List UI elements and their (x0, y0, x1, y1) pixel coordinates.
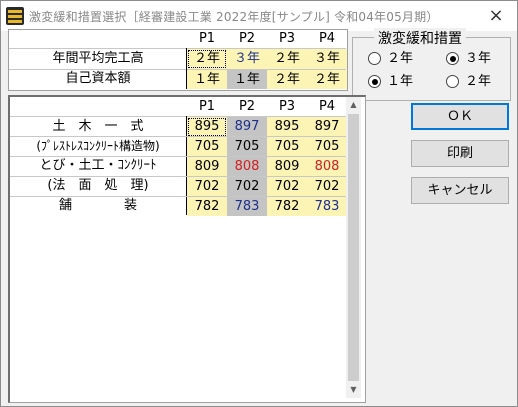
row-label-prestressed-concrete: (ﾌﾟﾚｽﾄﾚｽｺﾝｸﾘｰﾄ構造物) (36, 139, 160, 153)
top-cell-r1-p1[interactable]: ２年 (187, 49, 227, 69)
print-button[interactable]: 印刷 (411, 140, 509, 167)
top-header-p4: P4 (318, 31, 336, 46)
main-header-p1: P1 (198, 99, 216, 114)
main-cell-r3-p4[interactable]: 808 (307, 157, 347, 176)
main-cell-r1-p2[interactable]: 897 (227, 117, 267, 137)
main-cell-r5-p1[interactable]: 782 (187, 197, 227, 216)
row-label-slope-treatment: (法 面 処 理) (47, 178, 149, 193)
main-cell-r2-p3[interactable]: 705 (267, 137, 307, 156)
radio-option-3yr[interactable]: ３年 (446, 50, 491, 68)
main-header-p4: P4 (318, 99, 336, 114)
top-cell-r2-p2[interactable]: １年 (227, 70, 267, 89)
radio-label: ２年 (387, 51, 414, 66)
radio-label: １年 (387, 74, 414, 89)
scroll-down-arrow-icon[interactable]: ▼ (346, 382, 361, 398)
ok-button[interactable]: ＯＫ (411, 103, 509, 130)
top-cell-r2-p4[interactable]: ２年 (307, 70, 347, 89)
row-label-annual-average: 年間平均完工高 (52, 51, 144, 66)
top-header-p2: P2 (238, 31, 256, 46)
radio-checked-icon (446, 52, 459, 65)
radio-option-2yr-bottom[interactable]: ２年 (446, 73, 491, 91)
radio-checked-icon (368, 75, 381, 88)
main-cell-r4-p1[interactable]: 702 (187, 177, 227, 196)
row-label-paving: 舗 装 (58, 198, 137, 213)
main-cell-r2-p4[interactable]: 705 (307, 137, 347, 156)
vertical-scrollbar[interactable]: ▲ ▼ (346, 97, 361, 398)
main-cell-r5-p4[interactable]: 783 (307, 197, 347, 216)
radio-unchecked-icon (446, 75, 459, 88)
radio-label: ３年 (465, 51, 492, 66)
close-icon[interactable]: × (485, 5, 507, 27)
mitigation-group-title: 激変緩和措置 (374, 28, 466, 48)
radio-option-1yr[interactable]: １年 (368, 73, 413, 91)
top-cell-r2-p3[interactable]: ２年 (267, 70, 307, 89)
main-cell-r2-p1[interactable]: 705 (187, 137, 227, 156)
main-cell-r3-p2[interactable]: 808 (227, 157, 267, 176)
radio-unchecked-icon (368, 52, 381, 65)
top-header-p3: P3 (278, 31, 296, 46)
radio-option-2yr-top[interactable]: ２年 (368, 50, 413, 68)
main-cell-r5-p3[interactable]: 782 (267, 197, 307, 216)
main-cell-r4-p4[interactable]: 702 (307, 177, 347, 196)
top-cell-r2-p1[interactable]: １年 (187, 70, 227, 89)
main-cell-r1-p3[interactable]: 895 (267, 117, 307, 137)
top-cell-r1-p3[interactable]: ２年 (267, 49, 307, 69)
scrollbar-thumb[interactable] (348, 114, 359, 381)
window-title: 激変緩和措置選択［経審建設工業 2022年度[サンプル] 令和04年05月期） (29, 10, 439, 24)
row-label-equity: 自己資本額 (65, 71, 131, 86)
main-cell-r5-p2[interactable]: 783 (227, 197, 267, 216)
radio-label: ２年 (465, 74, 492, 89)
main-cell-r1-p1[interactable]: 895 (187, 117, 227, 137)
main-cell-r3-p3[interactable]: 809 (267, 157, 307, 176)
row-label-earthwork-concrete: とび・土工・ｺﾝｸﾘｰﾄ (39, 158, 157, 173)
main-cell-r2-p2[interactable]: 705 (227, 137, 267, 156)
main-cell-r3-p1[interactable]: 809 (187, 157, 227, 176)
main-cell-r4-p2[interactable]: 702 (227, 177, 267, 196)
main-cell-r1-p4[interactable]: 897 (307, 117, 347, 137)
main-header-p3: P3 (278, 99, 296, 114)
top-cell-r1-p2[interactable]: ３年 (227, 49, 267, 69)
main-cell-r4-p3[interactable]: 702 (267, 177, 307, 196)
top-header-p1: P1 (198, 31, 216, 46)
row-label-civil-engineering: 土 木 一 式 (52, 119, 144, 134)
scroll-up-arrow-icon[interactable]: ▲ (346, 97, 361, 113)
app-logo-icon (6, 7, 24, 25)
title-bar: 激変緩和措置選択［経審建設工業 2022年度[サンプル] 令和04年05月期） … (1, 1, 517, 31)
cancel-button[interactable]: キャンセル (411, 177, 509, 204)
top-cell-r1-p4[interactable]: ３年 (307, 49, 347, 69)
main-header-p2: P2 (238, 99, 256, 114)
